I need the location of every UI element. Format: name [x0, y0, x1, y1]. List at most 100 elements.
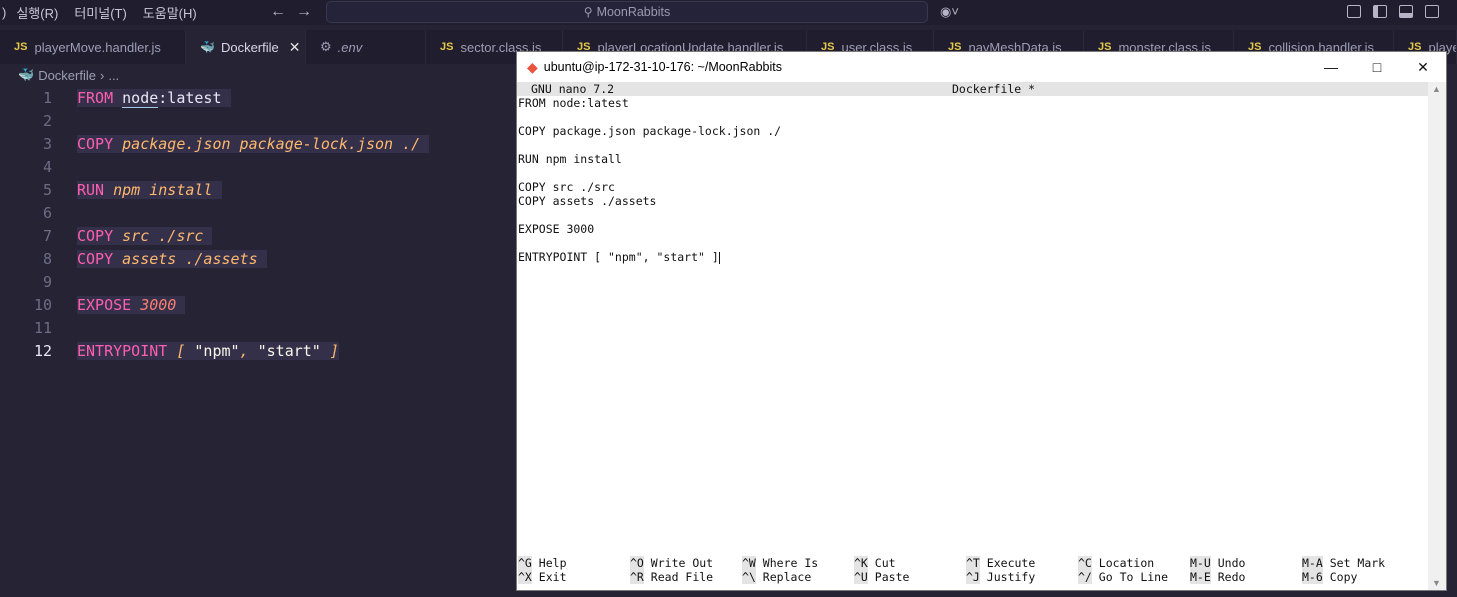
- code-line: 11: [0, 316, 516, 339]
- terminal-scrollbar[interactable]: ▲ ▼: [1428, 82, 1446, 590]
- nano-line: [517, 236, 1429, 250]
- line-number: 9: [42, 272, 52, 291]
- nano-shortcuts: ^G Help ^O Write Out ^W Where Is ^K Cut …: [518, 556, 1423, 584]
- scroll-down-icon[interactable]: ▼: [1432, 578, 1441, 588]
- docker-icon: 🐳: [18, 67, 35, 82]
- close-icon[interactable]: ✕: [1400, 52, 1446, 82]
- tab-dockerfile[interactable]: 🐳 Dockerfile ✕: [186, 30, 306, 64]
- minimize-icon[interactable]: —: [1308, 52, 1354, 82]
- tab-label: .env: [337, 39, 363, 55]
- line-number: 11: [33, 318, 52, 337]
- nano-line: COPY package.json package-lock.json ./: [518, 124, 782, 138]
- tab-playermove-handler[interactable]: JS playerMove.handler.js: [0, 30, 186, 64]
- nano-line-current: ENTRYPOINT [ "npm", "start" ]: [518, 250, 720, 264]
- code-text: COPY assets ./assets: [77, 249, 267, 268]
- code-line: 4: [0, 155, 516, 178]
- nav-arrows: ← →: [270, 3, 312, 21]
- shortcut-write-out: ^O Write Out: [630, 556, 714, 570]
- shortcut-exit: ^X Exit: [518, 570, 567, 584]
- menu-help[interactable]: 도움말(H): [143, 3, 197, 22]
- code-text: COPY src ./src: [77, 226, 213, 245]
- nano-line: RUN npm install: [518, 152, 622, 166]
- scroll-up-icon[interactable]: ▲: [1432, 84, 1441, 94]
- line-number: 10: [33, 295, 52, 314]
- menu-terminal[interactable]: 터미널(T): [74, 3, 126, 22]
- terminal-title-bar[interactable]: ◆ ubuntu@ip-172-31-10-176: ~/MoonRabbits: [517, 52, 1446, 82]
- title-bar: ) 실행(R) 터미널(T) 도움말(H) ← → ⚲ MoonRabbits …: [0, 0, 1457, 25]
- close-icon[interactable]: ✕: [289, 39, 301, 56]
- nano-line: COPY src ./src: [518, 180, 615, 194]
- nano-version: GNU nano 7.2: [531, 82, 615, 96]
- code-line: 10 EXPOSE 3000: [0, 293, 516, 316]
- code-line: 2: [0, 109, 516, 132]
- search-text: MoonRabbits: [596, 5, 671, 19]
- nano-filename: Dockerfile *: [952, 82, 1036, 96]
- shortcut-set-mark: M-A Set Mark: [1302, 556, 1386, 570]
- tab-env[interactable]: ⚙ .env: [306, 30, 426, 64]
- nano-line: [517, 138, 1429, 152]
- line-number: 8: [42, 249, 52, 268]
- line-number: 6: [42, 203, 52, 222]
- maximize-icon[interactable]: □: [1354, 52, 1400, 82]
- terminal-title: ubuntu@ip-172-31-10-176: ~/MoonRabbits: [543, 60, 782, 74]
- gear-icon: ⚙: [320, 39, 332, 54]
- tab-label: playerMove.handler.js: [34, 39, 161, 55]
- menu-bar: ) 실행(R) 터미널(T) 도움말(H): [0, 0, 213, 25]
- nano-editor[interactable]: GNU nano 7.2 Dockerfile * FROM node:late…: [517, 82, 1429, 590]
- code-line: 6: [0, 201, 516, 224]
- code-text: ENTRYPOINT [ "npm", "start" ]: [77, 341, 339, 360]
- toggle-secondary-sidebar-icon[interactable]: [1425, 5, 1439, 18]
- js-file-icon: JS: [14, 41, 28, 53]
- line-number: 12: [33, 341, 52, 360]
- toggle-sidebar-icon[interactable]: [1373, 5, 1387, 18]
- breadcrumb: 🐳 Dockerfile › ...: [18, 67, 119, 83]
- shortcut-execute: ^T Execute: [966, 556, 1036, 570]
- code-text: COPY package.json package-lock.json ./: [77, 134, 430, 153]
- nano-line: FROM node:latest: [518, 96, 629, 110]
- code-text: EXPOSE 3000: [77, 295, 186, 314]
- search-icon: ⚲: [583, 5, 593, 19]
- js-file-icon: JS: [440, 41, 454, 53]
- shortcut-copy: M-6 Copy: [1302, 570, 1358, 584]
- code-line: 7 COPY src ./src: [0, 224, 516, 247]
- breadcrumb-rest[interactable]: ...: [108, 68, 119, 83]
- code-line: 12 ENTRYPOINT [ "npm", "start" ]: [0, 339, 516, 362]
- shortcut-go-to-line: ^/ Go To Line: [1078, 570, 1169, 584]
- shortcut-replace: ^\ Replace: [742, 570, 812, 584]
- code-line: 3 COPY package.json package-lock.json ./: [0, 132, 516, 155]
- command-center-search[interactable]: ⚲ MoonRabbits: [326, 1, 928, 23]
- menu-run[interactable]: 실행(R): [16, 3, 58, 22]
- git-bash-icon: ◆: [527, 58, 538, 75]
- line-number: 2: [42, 111, 52, 130]
- back-arrow-icon[interactable]: ←: [270, 3, 286, 21]
- nano-line: [517, 208, 1429, 222]
- layout-controls: [1347, 5, 1439, 18]
- code-text: FROM node:latest: [77, 88, 231, 108]
- menu-fragment: ): [2, 5, 7, 20]
- nano-line: [517, 166, 1429, 180]
- shortcut-location: ^C Location: [1078, 556, 1155, 570]
- nano-line: [517, 110, 1429, 124]
- forward-arrow-icon[interactable]: →: [296, 3, 312, 21]
- toggle-panel-icon[interactable]: [1399, 5, 1413, 18]
- shortcut-where-is: ^W Where Is: [742, 556, 819, 570]
- shortcut-justify: ^J Justify: [966, 570, 1036, 584]
- code-line: 9: [0, 270, 516, 293]
- window-controls: — □ ✕: [1308, 52, 1446, 82]
- shortcut-undo: M-U Undo: [1190, 556, 1246, 570]
- breadcrumb-file[interactable]: Dockerfile: [38, 68, 96, 83]
- code-line: 8 COPY assets ./assets: [0, 247, 516, 270]
- tab-label: Dockerfile: [220, 39, 279, 55]
- code-editor[interactable]: 1 FROM node:latest 2 3 COPY package.json…: [0, 86, 516, 362]
- line-number: 4: [42, 157, 52, 176]
- shortcut-paste: ^U Paste: [854, 570, 910, 584]
- copilot-icon[interactable]: ◉˅: [940, 4, 959, 20]
- shortcut-read-file: ^R Read File: [630, 570, 714, 584]
- shortcut-help: ^G Help: [518, 556, 567, 570]
- shortcut-cut: ^K Cut: [854, 556, 896, 570]
- terminal-window[interactable]: ◆ ubuntu@ip-172-31-10-176: ~/MoonRabbits…: [516, 51, 1447, 591]
- line-number: 5: [42, 180, 52, 199]
- line-number: 1: [42, 88, 52, 107]
- chevron-right-icon: ›: [99, 67, 105, 83]
- layout-customize-icon[interactable]: [1347, 5, 1361, 18]
